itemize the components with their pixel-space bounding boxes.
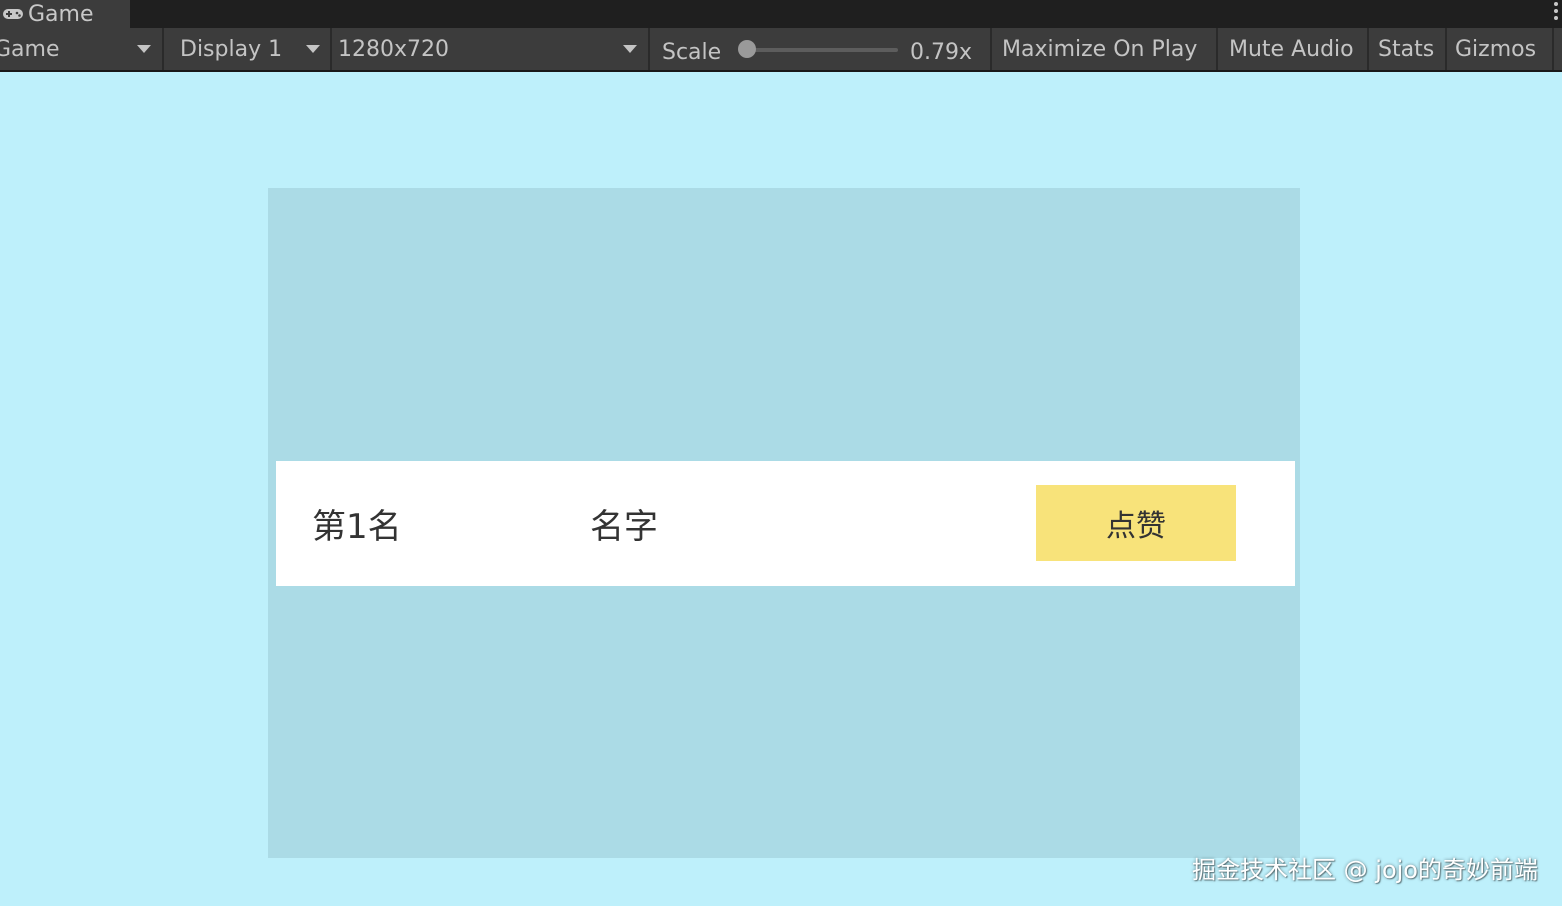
divider xyxy=(990,28,992,70)
maximize-on-play-toggle[interactable]: Maximize On Play xyxy=(1002,28,1197,70)
scale-value-text: 0.79x xyxy=(910,39,973,65)
scale-label: Scale xyxy=(662,31,721,73)
divider xyxy=(648,28,650,70)
scale-label-text: Scale xyxy=(662,39,722,65)
scale-slider-track[interactable] xyxy=(752,48,898,52)
display-chevron-down-icon[interactable] xyxy=(306,45,320,53)
watermark: 掘金技术社区 @ jojo的奇妙前端 xyxy=(1192,855,1538,884)
resolution-chevron-down-icon[interactable] xyxy=(623,45,637,53)
divider xyxy=(1367,28,1369,70)
view-mode-chevron-down-icon[interactable] xyxy=(137,45,151,53)
game-view-toolbar: Game Display 1 1280x720 Scale 0.79x Maxi… xyxy=(0,28,1562,72)
game-tab-label: Game xyxy=(28,1,94,27)
resolution-label: 1280x720 xyxy=(338,36,449,62)
display-label: Display 1 xyxy=(180,36,283,62)
stats-label: Stats xyxy=(1378,36,1435,62)
display-dropdown[interactable]: Display 1 xyxy=(180,28,282,70)
scale-value: 0.79x xyxy=(910,31,972,73)
editor-tab-bar: Game xyxy=(0,0,1562,28)
game-tab[interactable]: Game xyxy=(0,0,130,28)
gamepad-icon xyxy=(3,9,23,19)
divider xyxy=(330,28,332,70)
mute-audio-label: Mute Audio xyxy=(1229,36,1354,62)
divider xyxy=(1552,28,1554,70)
view-mode-label: Game xyxy=(0,36,60,62)
gizmos-toggle[interactable]: Gizmos xyxy=(1455,28,1536,70)
player-name-label: 名字 xyxy=(590,507,658,547)
divider xyxy=(162,28,164,70)
resolution-dropdown[interactable]: 1280x720 xyxy=(338,28,449,70)
maximize-on-play-label: Maximize On Play xyxy=(1002,36,1198,62)
rank-label: 第1名 xyxy=(312,507,402,547)
leaderboard-row: 第1名 名字 点赞 xyxy=(276,461,1295,586)
like-button[interactable]: 点赞 xyxy=(1036,485,1236,561)
mute-audio-toggle[interactable]: Mute Audio xyxy=(1229,28,1354,70)
divider xyxy=(1216,28,1218,70)
more-options-icon[interactable] xyxy=(1552,0,1560,22)
gizmos-label: Gizmos xyxy=(1455,36,1537,62)
stats-toggle[interactable]: Stats xyxy=(1378,28,1434,70)
scale-slider-handle[interactable] xyxy=(738,40,756,58)
divider xyxy=(1445,28,1447,70)
view-mode-dropdown[interactable]: Game xyxy=(0,28,60,70)
